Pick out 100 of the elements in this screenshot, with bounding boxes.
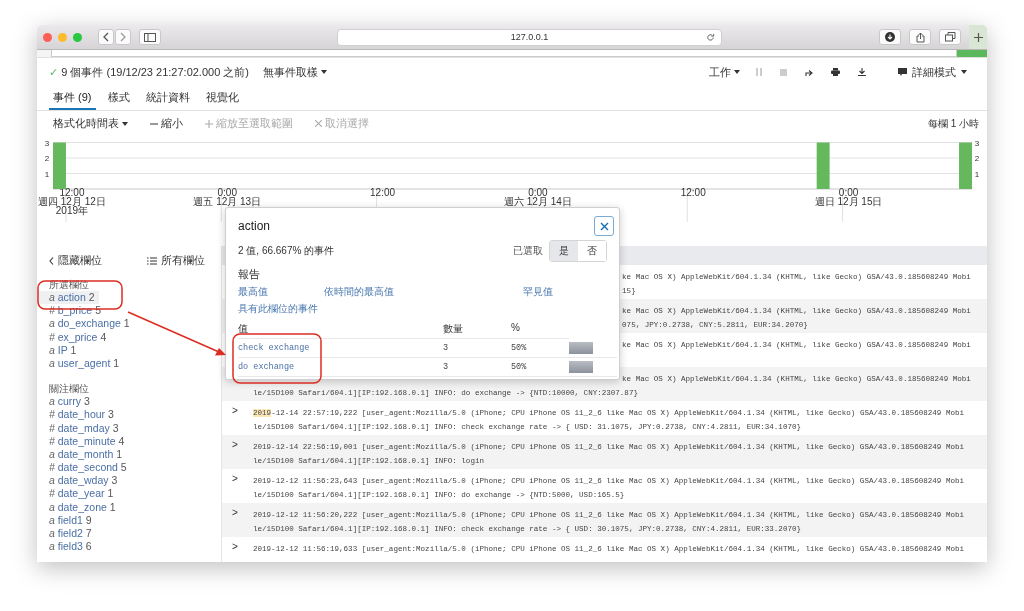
axis-label: 12:00 週四 12月 12日 2019年 xyxy=(38,187,106,216)
field-item[interactable]: a user_agent 1 xyxy=(37,356,124,371)
axis-label: 3 xyxy=(974,138,980,148)
section-title: 所選欄位 xyxy=(48,278,90,291)
field-item[interactable]: # date_mday 3 xyxy=(37,421,123,435)
field-item[interactable]: a do_exchange 1 xyxy=(37,317,134,331)
field-stats: 2 值, 66.667% 的事件 xyxy=(238,244,335,258)
axis-label: 12:00 xyxy=(370,187,396,198)
download-button[interactable] xyxy=(879,29,901,45)
job-menu[interactable]: 工作 xyxy=(709,64,740,80)
close-icon[interactable] xyxy=(43,32,52,42)
report-link[interactable]: 最高值 xyxy=(238,285,324,299)
field-item[interactable]: a date_month 1 xyxy=(37,447,126,462)
sidebar-button[interactable] xyxy=(139,29,161,45)
tab[interactable]: 事件 (9) xyxy=(49,86,96,110)
event-count-text: ✓ 9 個事件 (19/12/23 21:27:02.000 之前) xyxy=(49,64,249,80)
bucket-label: 每欄 1 小時 xyxy=(927,116,979,131)
axis-label: 0:00 週五 12月 13日 xyxy=(193,187,262,207)
value-link[interactable]: do exchange xyxy=(238,358,443,377)
field-item[interactable]: # date_year 1 xyxy=(37,487,118,501)
chevron-left-icon xyxy=(102,32,110,42)
download-icon xyxy=(885,32,895,42)
chevron-right-icon xyxy=(119,32,127,42)
download-icon[interactable] xyxy=(858,68,866,76)
axis-label: 2 xyxy=(44,154,50,163)
tab[interactable]: 樣式 xyxy=(103,86,134,110)
hide-fields-button[interactable]: 隱藏欄位 xyxy=(49,254,102,268)
popup-title: action xyxy=(238,219,271,233)
field-item[interactable]: a field3 6 xyxy=(37,540,96,554)
back-button[interactable] xyxy=(98,29,114,45)
field-item[interactable]: a field1 9 xyxy=(37,513,96,527)
expand-toggle[interactable]: > xyxy=(232,507,238,518)
column-header: % xyxy=(511,322,569,339)
format-menu[interactable]: 格式化時間表 xyxy=(53,116,128,131)
axis-label: 0:00 週六 12月 14日 xyxy=(504,187,572,207)
table-cell: 3 xyxy=(443,358,511,377)
field-item[interactable]: a IP 1 xyxy=(37,343,81,357)
reports-heading: 報告 xyxy=(238,268,261,282)
toggle-option[interactable]: 是 xyxy=(550,241,578,261)
tab[interactable]: 視覺化 xyxy=(201,86,243,110)
plus-icon xyxy=(973,32,983,42)
share-icon[interactable] xyxy=(805,68,813,76)
mode-menu[interactable]: 詳細模式 xyxy=(898,64,967,80)
search-field[interactable] xyxy=(51,50,957,57)
field-item[interactable]: a action 2 xyxy=(37,291,99,305)
close-icon xyxy=(315,120,322,127)
expand-toggle[interactable]: > xyxy=(232,405,238,416)
sampling-menu[interactable]: 無事件取樣 xyxy=(263,64,327,80)
expand-toggle[interactable]: > xyxy=(232,541,238,552)
column-header: 值 xyxy=(238,322,443,339)
selected-label: 已選取 xyxy=(513,244,543,258)
stop-icon[interactable] xyxy=(780,68,787,76)
reload-icon[interactable] xyxy=(706,32,715,42)
column-header: 數量 xyxy=(443,322,511,339)
histogram-bar[interactable] xyxy=(816,142,830,189)
list-icon xyxy=(147,257,157,265)
axis-label: 1 xyxy=(974,169,980,179)
tabs-icon xyxy=(944,32,956,42)
print-icon[interactable] xyxy=(831,68,840,76)
field-item[interactable]: # date_hour 3 xyxy=(37,408,118,422)
caret-icon xyxy=(321,70,327,74)
toolbar-button[interactable]: 縮小 xyxy=(150,116,183,131)
axis-label: 12:00 xyxy=(680,187,706,198)
plus-icon xyxy=(205,119,213,128)
field-item[interactable]: a field2 7 xyxy=(37,527,96,541)
share-button[interactable] xyxy=(909,29,931,45)
tab[interactable]: 統計資料 xyxy=(141,86,194,110)
caret-icon xyxy=(734,70,740,74)
report-link[interactable]: 具有此欄位的事件 xyxy=(238,302,324,316)
report-link[interactable]: 依時間的最高值 xyxy=(324,285,523,299)
address-bar[interactable]: 127.0.0.1 xyxy=(337,28,722,46)
axis-label: 1 xyxy=(44,169,50,179)
field-item[interactable]: # ex_price 4 xyxy=(37,330,111,344)
expand-toggle[interactable]: > xyxy=(232,473,238,484)
report-link[interactable]: 罕見值 xyxy=(523,285,614,299)
field-item[interactable]: # date_minute 4 xyxy=(37,434,129,448)
caret-icon xyxy=(122,121,128,126)
expand-toggle[interactable]: > xyxy=(232,439,238,450)
field-item[interactable]: a curry 3 xyxy=(37,395,94,409)
table-cell: 3 xyxy=(443,339,511,358)
field-item[interactable]: # date_second 5 xyxy=(37,461,131,475)
value-link[interactable]: check exchange xyxy=(238,339,443,358)
axis-label: 2 xyxy=(974,154,980,163)
axis-label: 3 xyxy=(44,138,50,148)
tabs-button[interactable] xyxy=(939,29,961,45)
close-button[interactable] xyxy=(594,216,614,236)
close-icon xyxy=(599,221,609,231)
sidebar-icon xyxy=(144,32,156,42)
share-icon xyxy=(915,31,925,43)
zoom-icon[interactable] xyxy=(73,32,82,42)
new-tab-button[interactable] xyxy=(969,25,987,49)
field-item[interactable]: a date_wday 3 xyxy=(37,474,122,488)
axis-label: 0:00 週日 12月 15日 xyxy=(814,187,883,207)
caret-icon xyxy=(961,70,967,74)
all-fields-button[interactable]: 所有欄位 xyxy=(147,254,205,268)
chevron-left-icon xyxy=(49,257,54,265)
pause-icon[interactable] xyxy=(756,68,762,76)
field-item[interactable]: a date_zone 1 xyxy=(37,500,120,514)
section-title: 關注欄位 xyxy=(48,382,90,396)
speech-bubble-icon xyxy=(898,68,907,76)
